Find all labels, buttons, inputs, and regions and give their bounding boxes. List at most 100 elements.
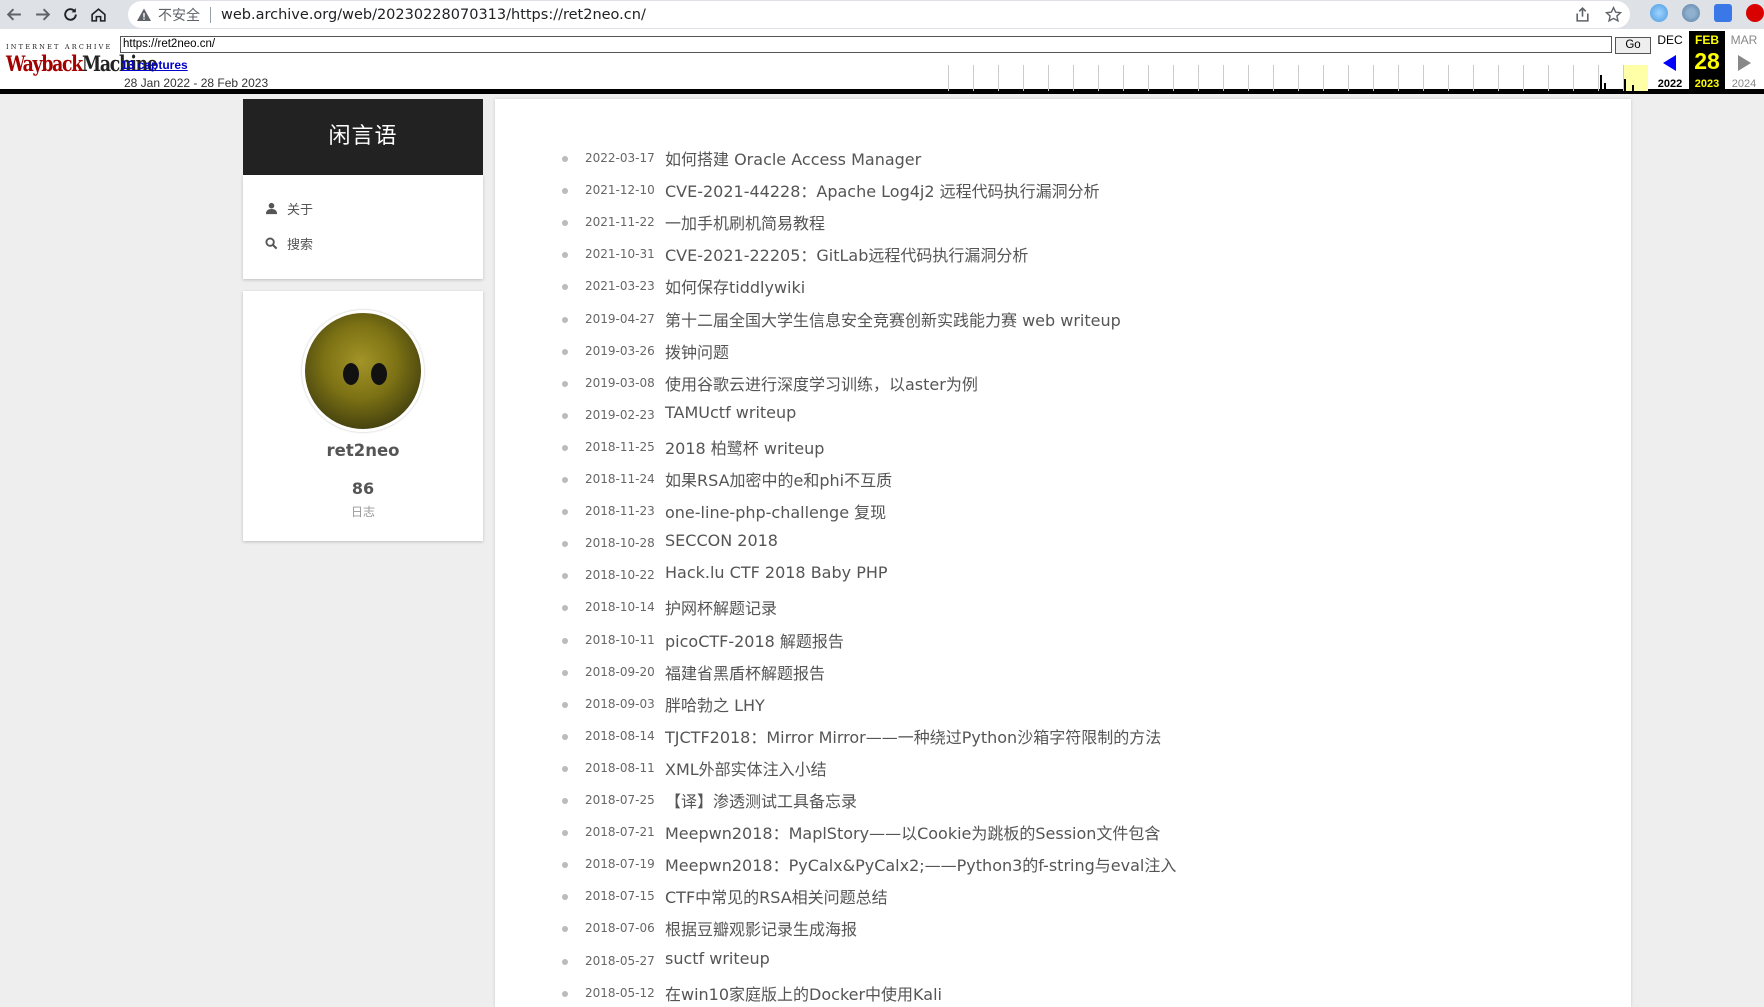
post-list-item: 2019-02-23 TAMUctf writeup xyxy=(562,401,1565,433)
gear-extension-icon[interactable] xyxy=(1682,4,1700,22)
address-url[interactable]: web.archive.org/web/20230228070313/https… xyxy=(221,7,646,23)
post-title-link[interactable]: CVE-2021-44228：Apache Log4j2 远程代码执行漏洞分析 xyxy=(665,178,1100,202)
bullet-icon xyxy=(562,156,568,162)
adblock-extension-icon[interactable] xyxy=(1746,4,1764,22)
post-date: 2018-10-14 xyxy=(585,600,655,615)
next-arrow-icon[interactable] xyxy=(1738,55,1751,71)
sidebar-menu: 关于 搜索 xyxy=(243,175,483,279)
bullet-icon xyxy=(562,188,568,195)
capture-bar xyxy=(1600,75,1602,91)
omnibox-divider xyxy=(210,6,211,23)
warning-icon xyxy=(137,8,151,21)
post-list-item: 2018-09-03 胖哈勃之 LHY xyxy=(562,690,1565,722)
bullet-icon xyxy=(562,990,568,997)
translate-extension-icon[interactable] xyxy=(1714,4,1732,22)
year-divider xyxy=(998,65,999,91)
insecure-label[interactable]: 不安全 xyxy=(158,5,200,25)
captures-link[interactable]: 13 captures xyxy=(121,58,188,72)
site-title[interactable]: 闲言语 xyxy=(243,99,483,175)
prev-arrow-icon[interactable] xyxy=(1663,55,1676,71)
post-title-link[interactable]: 第十二届全国大学生信息安全竞赛创新实践能力赛 web writeup xyxy=(665,307,1121,331)
bullet-icon xyxy=(562,541,568,548)
wayback-logo[interactable]: INTERNET ARCHIVE WaybackMachine xyxy=(6,43,158,77)
post-list-item: 2021-11-22 一加手机刷机简易教程 xyxy=(562,208,1565,240)
post-title-link[interactable]: 胖哈勃之 LHY xyxy=(665,692,765,716)
post-date: 2018-11-23 xyxy=(585,504,655,519)
avatar xyxy=(302,310,424,432)
back-icon[interactable] xyxy=(0,0,28,29)
post-title-link[interactable]: picoCTF-2018 解题报告 xyxy=(665,628,844,652)
post-title-link[interactable]: TAMUctf writeup xyxy=(665,403,796,422)
year-divider xyxy=(1323,65,1324,91)
bullet-icon xyxy=(562,701,568,708)
post-title-link[interactable]: 护网杯解题记录 xyxy=(665,595,777,619)
post-title-link[interactable]: 如何搭建 Oracle Access Manager xyxy=(665,146,921,170)
year-divider xyxy=(1598,65,1599,91)
post-title-link[interactable]: Meepwn2018：MaplStory——以Cookie为跳板的Session… xyxy=(665,820,1160,844)
reload-icon[interactable] xyxy=(56,0,84,29)
go-button[interactable]: Go xyxy=(1615,37,1651,54)
post-title-link[interactable]: 一加手机刷机简易教程 xyxy=(665,210,825,234)
post-date: 2018-07-19 xyxy=(585,857,655,872)
post-title-link[interactable]: CVE-2021-22205：GitLab远程代码执行漏洞分析 xyxy=(665,242,1028,266)
post-list-item: 2018-10-14 护网杯解题记录 xyxy=(562,593,1565,625)
bullet-icon xyxy=(562,733,568,740)
year-divider xyxy=(1573,65,1574,91)
bullet-icon xyxy=(562,284,568,291)
post-count-label[interactable]: 日志 xyxy=(243,503,483,520)
menu-item-search[interactable]: 搜索 xyxy=(265,233,313,253)
post-list-item: 2018-07-15 CTF中常见的RSA相关问题总结 xyxy=(562,882,1565,914)
post-title-link[interactable]: 如果RSA加密中的e和phi不互质 xyxy=(665,467,892,491)
bullet-icon xyxy=(562,862,568,869)
post-title-link[interactable]: 福建省黑盾杯解题报告 xyxy=(665,660,825,684)
post-list-item: 2019-03-26 拨钟问题 xyxy=(562,337,1565,369)
home-icon[interactable] xyxy=(84,0,112,29)
year-divider xyxy=(1523,65,1524,91)
post-count[interactable]: 86 xyxy=(243,479,483,498)
post-date: 2018-07-15 xyxy=(585,889,655,904)
post-date: 2021-11-22 xyxy=(585,215,655,230)
post-title-link[interactable]: TJCTF2018：Mirror Mirror——一种绕过Python沙箱字符限… xyxy=(665,724,1161,748)
bullet-icon xyxy=(562,509,568,516)
address-bar[interactable]: 不安全 web.archive.org/web/20230228070313/h… xyxy=(128,1,1630,28)
post-title-link[interactable]: suctf writeup xyxy=(665,949,770,968)
main-content: 2022-03-17 如何搭建 Oracle Access Manager 2021… xyxy=(495,99,1631,1007)
share-icon[interactable] xyxy=(1574,6,1591,23)
post-date: 2018-11-24 xyxy=(585,472,655,486)
year-divider xyxy=(973,65,974,91)
post-title-link[interactable]: SECCON 2018 xyxy=(665,531,778,550)
capture-sparkline[interactable] xyxy=(948,65,1648,91)
post-title-link[interactable]: one-line-php-challenge 复现 xyxy=(665,499,886,523)
post-title-link[interactable]: 在win10家庭版上的Docker中使用Kali xyxy=(665,981,942,1005)
current-year-highlight xyxy=(1624,65,1648,91)
year-divider xyxy=(1073,65,1074,91)
post-list-item: 2021-10-31 CVE-2021-22205：GitLab远程代码执行漏洞分… xyxy=(562,240,1565,272)
year-divider xyxy=(1423,65,1424,91)
prev-capture[interactable]: DEC 2022 xyxy=(1652,31,1688,91)
post-list-item: 2018-11-23 one-line-php-challenge 复现 xyxy=(562,497,1565,529)
post-title-link[interactable]: Meepwn2018：PyCalx&PyCalx2;——Python3的f-st… xyxy=(665,852,1176,876)
post-title-link[interactable]: XML外部实体注入小结 xyxy=(665,756,827,780)
post-date: 2018-09-03 xyxy=(585,696,655,711)
post-title-link[interactable]: 如何保存tiddlywiki xyxy=(665,274,805,298)
post-list-item: 2018-07-19 Meepwn2018：PyCalx&PyCalx2;——Py… xyxy=(562,850,1565,882)
post-title-link[interactable]: CTF中常见的RSA相关问题总结 xyxy=(665,884,888,908)
bullet-icon xyxy=(562,444,568,451)
next-capture[interactable]: MAR 2024 xyxy=(1726,31,1762,91)
post-title-link[interactable]: 2018 柏鹭杯 writeup xyxy=(665,435,824,459)
post-title-link[interactable]: Hack.lu CTF 2018 Baby PHP xyxy=(665,563,888,582)
year-divider xyxy=(1223,65,1224,91)
post-title-link[interactable]: 【译】渗透测试工具备忘录 xyxy=(665,788,857,812)
menu-item-about[interactable]: 关于 xyxy=(265,198,313,218)
wayback-url-input[interactable]: https://ret2neo.cn/ xyxy=(120,36,1612,53)
post-date: 2018-07-21 xyxy=(585,825,655,840)
extension-icon[interactable] xyxy=(1650,4,1668,22)
post-list-item: 2018-09-20 福建省黑盾杯解题报告 xyxy=(562,658,1565,690)
post-list-item: 2018-10-28 SECCON 2018 xyxy=(562,529,1565,561)
bookmark-star-icon[interactable] xyxy=(1605,6,1622,23)
bullet-icon xyxy=(562,220,568,227)
forward-icon[interactable] xyxy=(28,0,56,29)
post-title-link[interactable]: 使用谷歌云进行深度学习训练，以aster为例 xyxy=(665,371,978,395)
post-title-link[interactable]: 拨钟问题 xyxy=(665,339,729,363)
post-title-link[interactable]: 根据豆瓣观影记录生成海报 xyxy=(665,916,857,940)
